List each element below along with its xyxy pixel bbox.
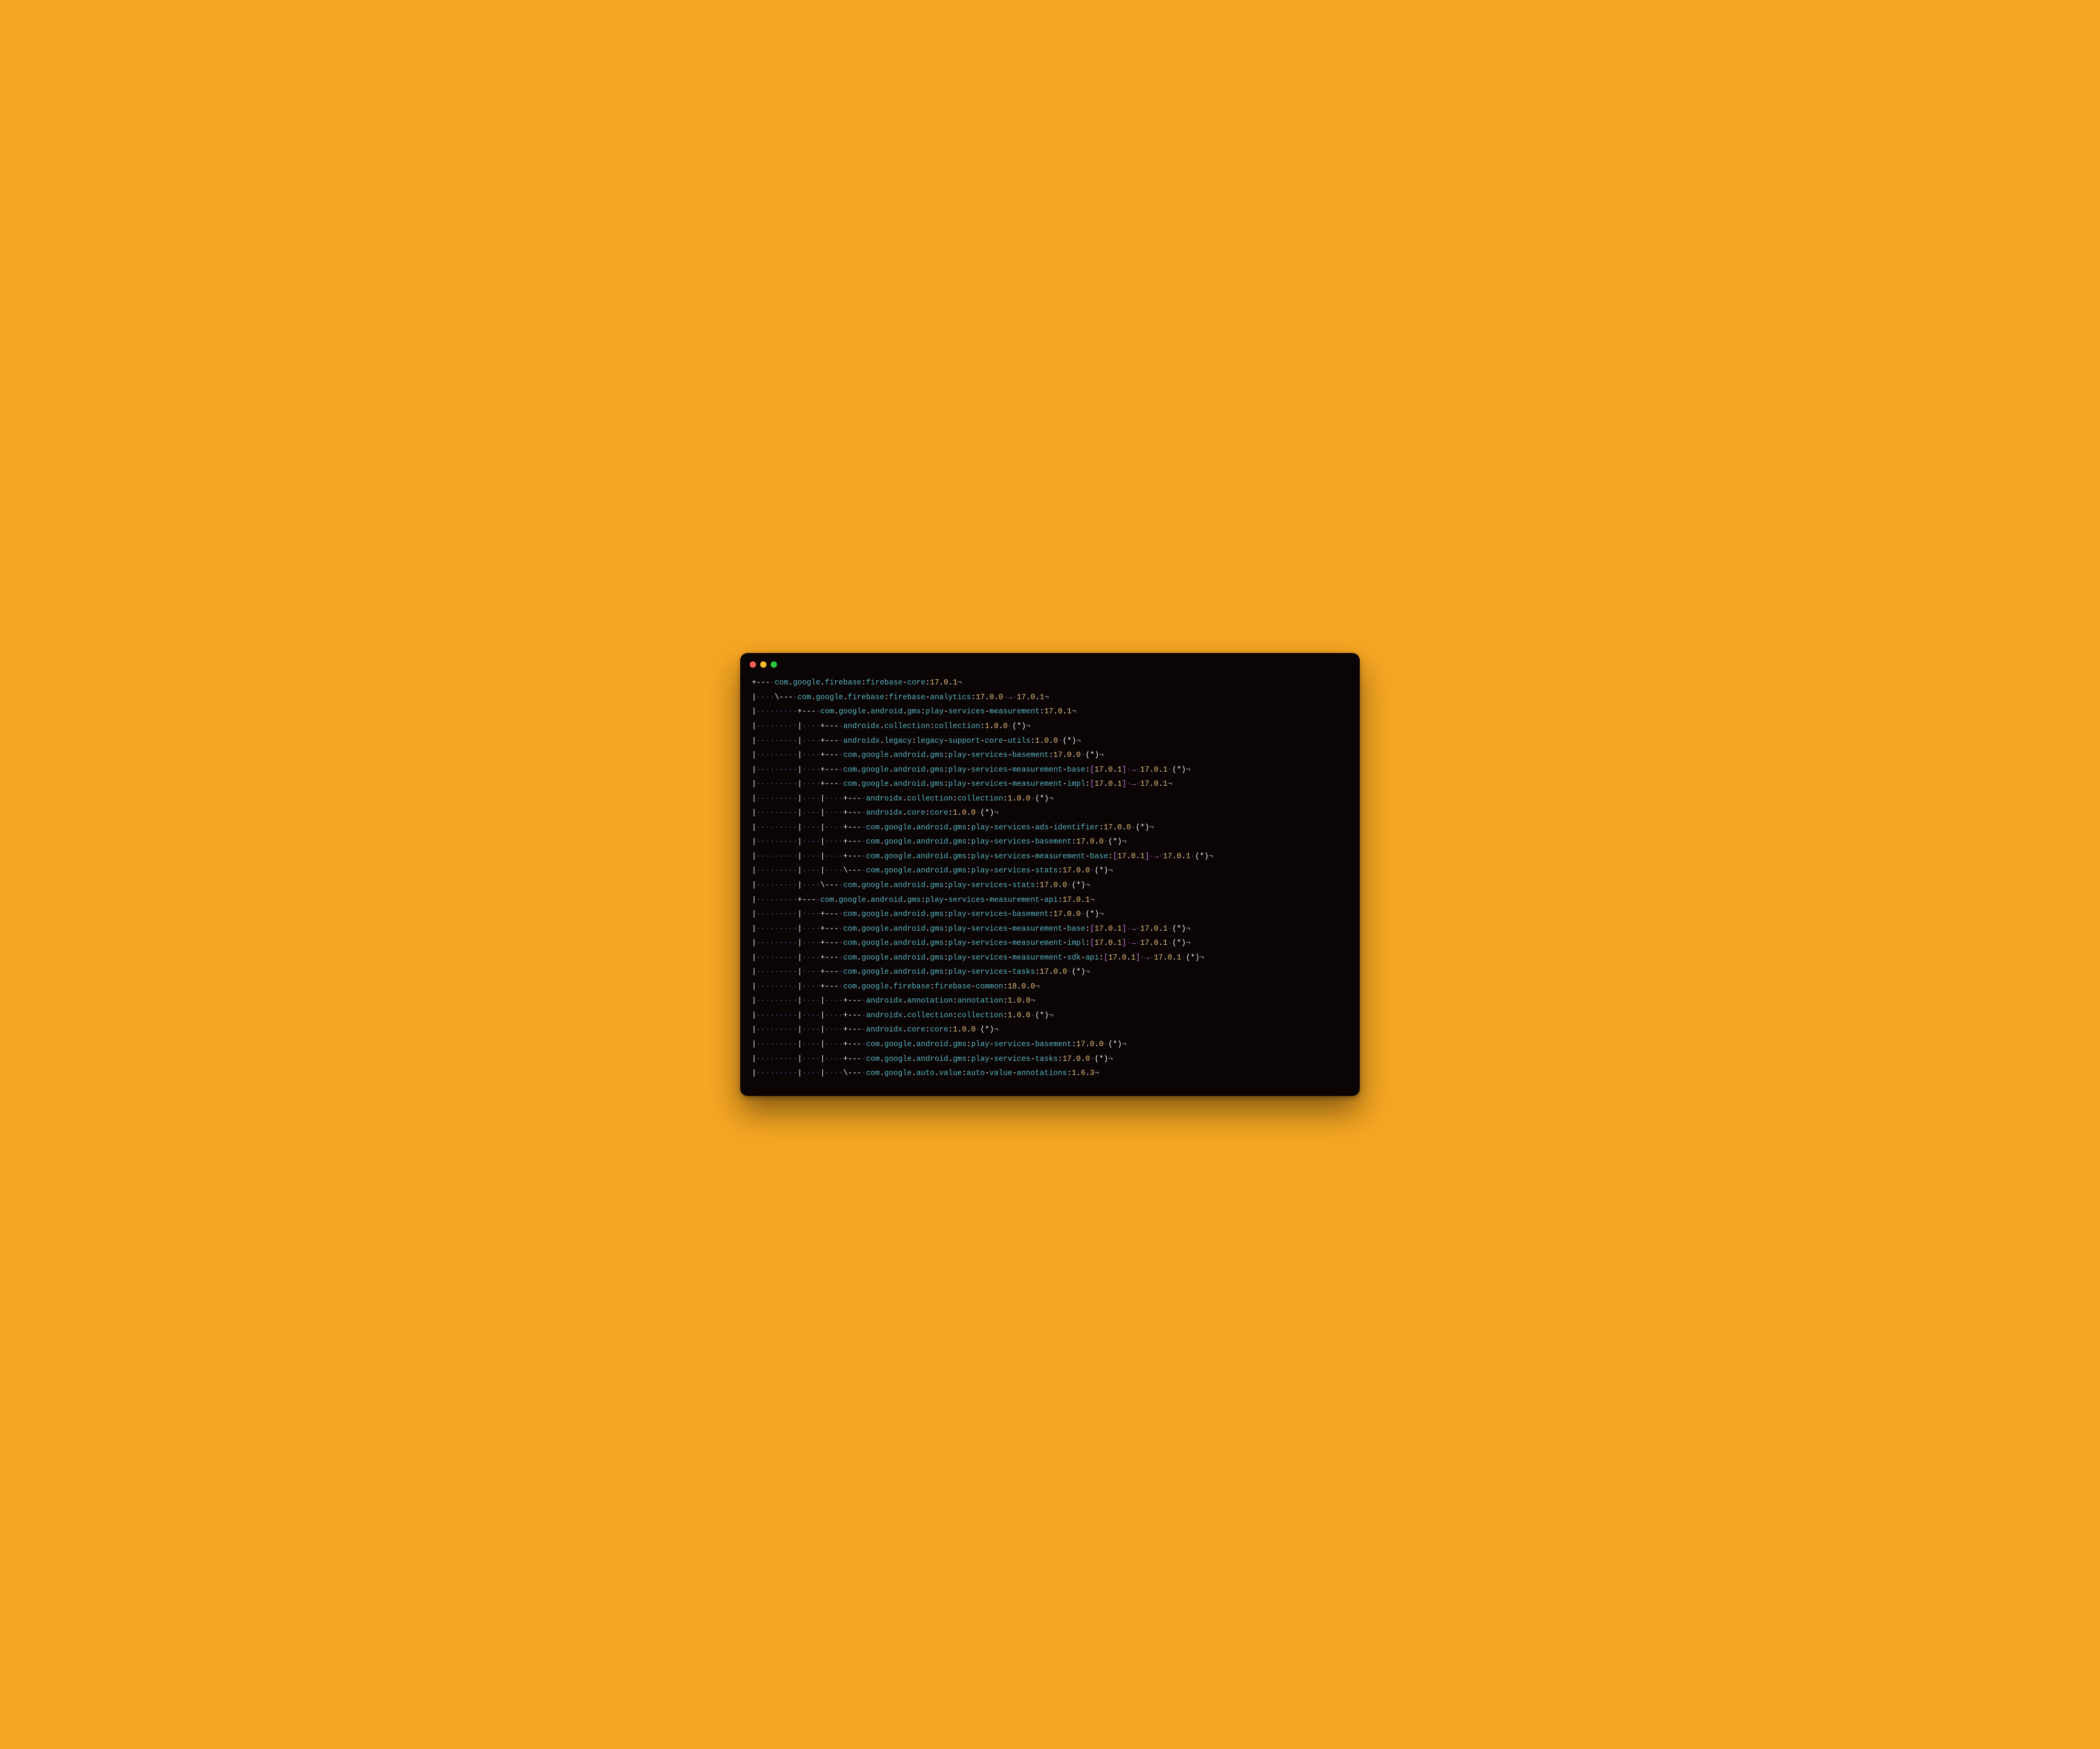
window-titlebar: [740, 653, 1360, 672]
output-line: |·········|····+---·com.google.firebase:…: [752, 980, 1348, 995]
output-line: |·········|····|····+---·androidx.annota…: [752, 994, 1348, 1009]
output-line: +---·com.google.firebase:firebase-core:1…: [752, 676, 1348, 691]
output-line: |·········|····+---·com.google.android.g…: [752, 777, 1348, 792]
output-line: |·········|····|····+---·com.google.andr…: [752, 850, 1348, 865]
output-line: |····\---·com.google.firebase:firebase-a…: [752, 691, 1348, 705]
output-line: |·········|····+---·com.google.android.g…: [752, 936, 1348, 951]
output-line: |·········|····+---·com.google.android.g…: [752, 763, 1348, 778]
output-line: |·········|····+---·androidx.collection:…: [752, 720, 1348, 734]
output-line: |·········|····|····+---·androidx.core:c…: [752, 1023, 1348, 1038]
terminal-output: +---·com.google.firebase:firebase-core:1…: [740, 672, 1360, 1083]
output-line: |·········|····+---·com.google.android.g…: [752, 922, 1348, 937]
minimize-icon[interactable]: [760, 661, 766, 668]
output-line: |·········|····|····+---·com.google.andr…: [752, 1052, 1348, 1067]
terminal-window: +---·com.google.firebase:firebase-core:1…: [740, 653, 1360, 1095]
output-line: |·········|····|····\---·com.google.andr…: [752, 864, 1348, 879]
output-line: |·········|····|····+---·androidx.collec…: [752, 792, 1348, 807]
output-line: |·········|····|····+---·com.google.andr…: [752, 1038, 1348, 1052]
output-line: |·········+---·com.google.android.gms:pl…: [752, 893, 1348, 908]
output-line: |·········|····|····+---·com.google.andr…: [752, 821, 1348, 836]
output-line: |·········|····+---·com.google.android.g…: [752, 951, 1348, 966]
output-line: |·········|····+---·androidx.legacy:lega…: [752, 734, 1348, 749]
output-line: |·········|····|····+---·androidx.collec…: [752, 1009, 1348, 1024]
output-line: |·········|····+---·com.google.android.g…: [752, 749, 1348, 763]
output-line: |·········|····\---·com.google.android.g…: [752, 879, 1348, 893]
output-line: |·········|····+---·com.google.android.g…: [752, 908, 1348, 922]
output-line: |·········|····|····+---·com.google.andr…: [752, 835, 1348, 850]
output-line: |·········+---·com.google.android.gms:pl…: [752, 705, 1348, 720]
output-line: |·········|····+---·com.google.android.g…: [752, 965, 1348, 980]
output-line: |·········|····|····+---·androidx.core:c…: [752, 806, 1348, 821]
close-icon[interactable]: [750, 661, 756, 668]
output-line: |·········|····|····\---·com.google.auto…: [752, 1067, 1348, 1081]
zoom-icon[interactable]: [771, 661, 777, 668]
